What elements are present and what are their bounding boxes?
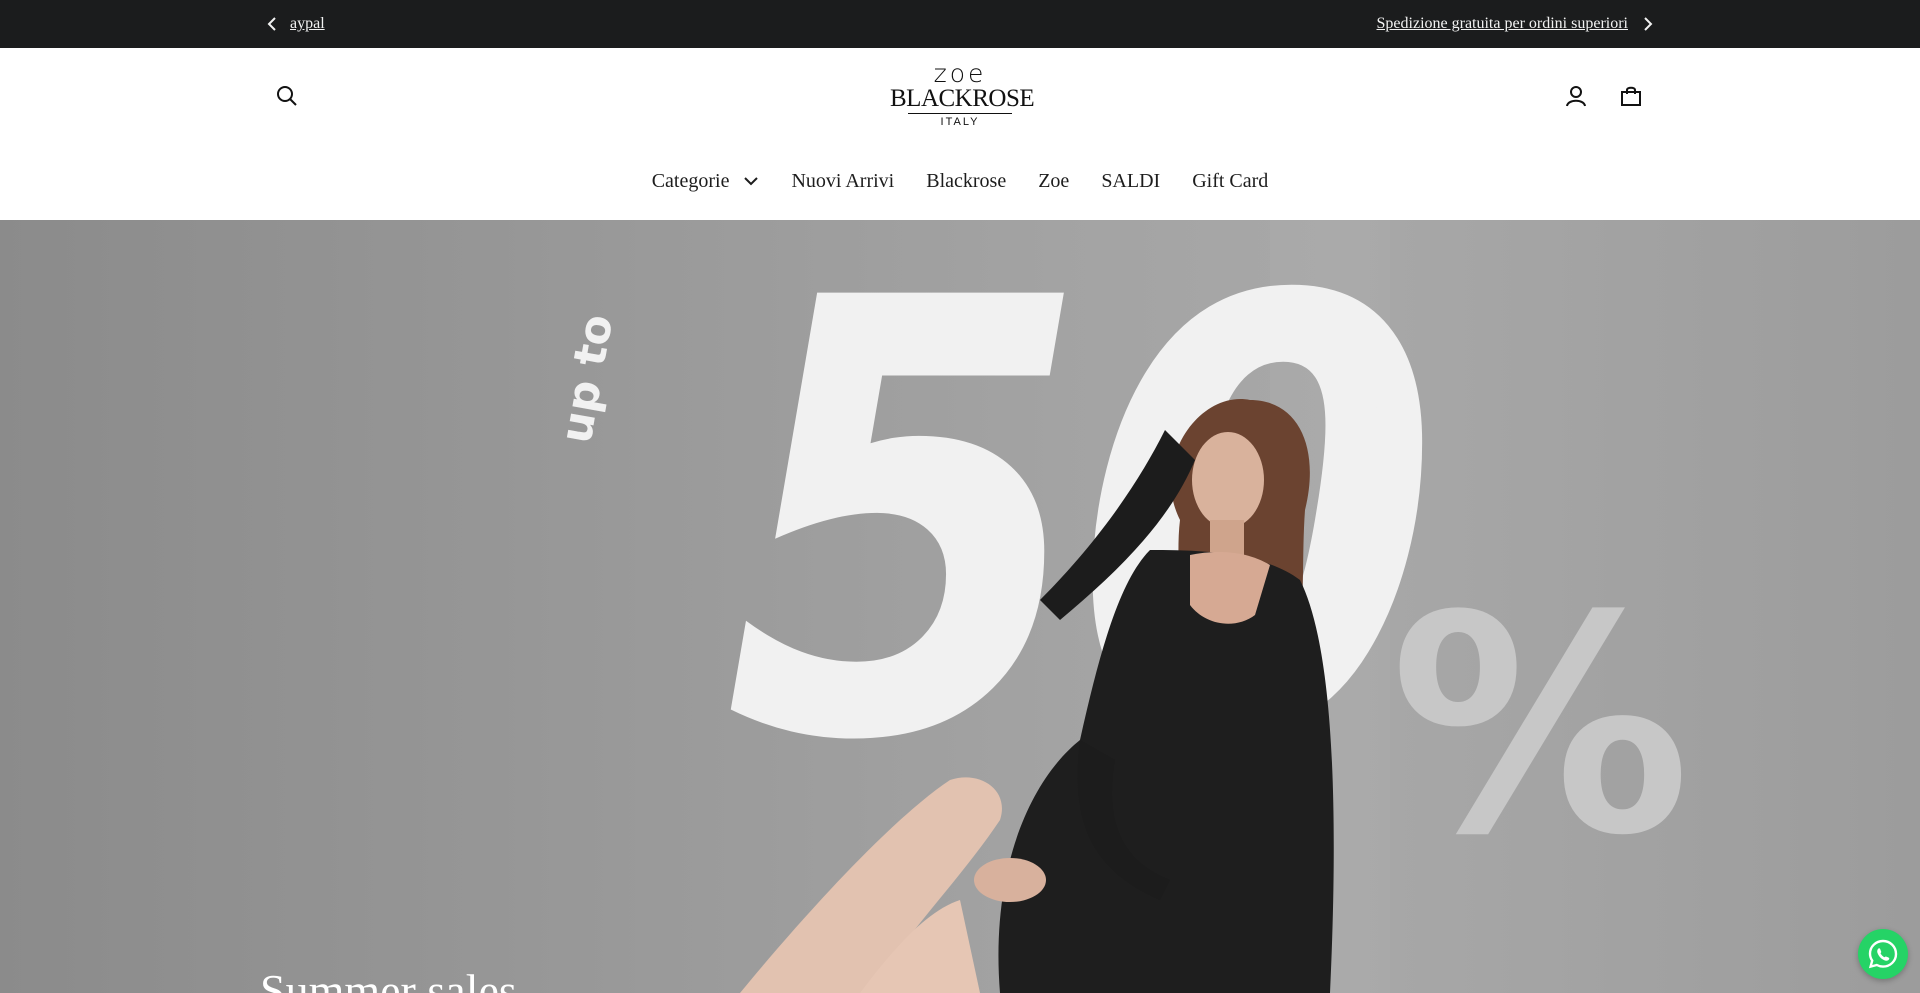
- whatsapp-chat-button[interactable]: [1858, 929, 1908, 979]
- nav-item-blackrose[interactable]: Blackrose: [926, 170, 1006, 193]
- cart-button[interactable]: [1613, 78, 1649, 114]
- logo-line-zoe: zoe: [933, 59, 987, 88]
- chevron-down-icon: [743, 176, 759, 186]
- account-button[interactable]: [1558, 78, 1594, 114]
- bag-icon: [1621, 86, 1641, 106]
- account-icon: [1566, 86, 1586, 107]
- nav-item-nuovi-arrivi[interactable]: Nuovi Arrivi: [791, 170, 894, 193]
- nav-item-label: Categorie: [651, 169, 730, 192]
- hero-image: 50 % up to OFF: [0, 220, 1920, 993]
- hero-banner[interactable]: 50 % up to OFF Summer sales: [0, 220, 1920, 993]
- search-icon: [277, 86, 297, 106]
- logo-line-italy: ITALY: [908, 113, 1012, 129]
- announcement-link-left[interactable]: aypal: [290, 15, 325, 33]
- nav-item-zoe[interactable]: Zoe: [1038, 170, 1069, 193]
- logo-line-blackrose: BLACKROSE: [890, 85, 1035, 112]
- announcement-left: aypal: [262, 0, 325, 48]
- nav-item-gift-card[interactable]: Gift Card: [1192, 170, 1268, 193]
- search-button[interactable]: [269, 78, 305, 114]
- whatsapp-icon: [1868, 939, 1898, 969]
- announcement-bar: aypal Spedizione gratuita per ordini sup…: [0, 0, 1920, 48]
- chevron-right-icon[interactable]: [1638, 14, 1658, 34]
- announcement-link-shipping[interactable]: Spedizione gratuita per ordini superiori: [1377, 15, 1628, 33]
- nav-item-categorie[interactable]: Categorie: [652, 170, 760, 193]
- promo-percent: %: [1390, 552, 1691, 901]
- chevron-left-icon[interactable]: [262, 14, 282, 34]
- brand-logo[interactable]: zoe BLACKROSE ITALY: [890, 59, 1035, 136]
- site-header: zoe BLACKROSE ITALY Categorie Nuovi Arri…: [0, 48, 1920, 220]
- nav-item-saldi[interactable]: SALDI: [1101, 170, 1160, 193]
- announcement-right: Spedizione gratuita per ordini superiori: [1377, 0, 1658, 48]
- hero-title: Summer sales: [260, 965, 517, 993]
- main-navigation: Categorie Nuovi Arrivi Blackrose Zoe SAL…: [0, 164, 1920, 198]
